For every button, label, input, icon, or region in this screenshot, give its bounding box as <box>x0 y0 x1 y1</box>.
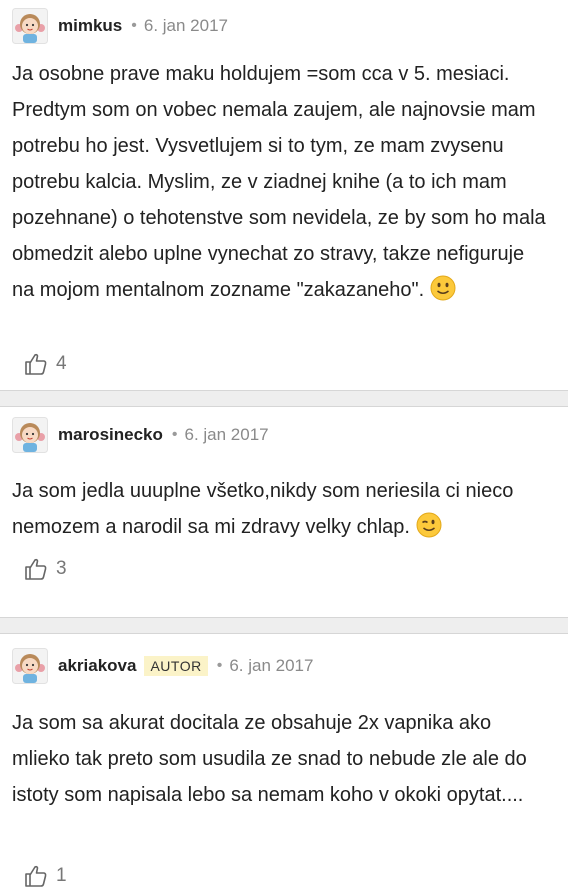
comment-text: Ja osobne prave maku holdujem =som cca v… <box>12 56 550 308</box>
like-count: 3 <box>56 558 67 579</box>
comment-body: Ja osobne prave maku holdujem =som cca v… <box>12 63 546 301</box>
like-count: 4 <box>56 353 67 374</box>
slightly-smiling-face-emoji <box>430 275 456 301</box>
like-button[interactable]: 1 <box>24 864 67 888</box>
comment-header: mimkus • 6. jan 2017 <box>12 6 228 46</box>
comment-header: marosinecko • 6. jan 2017 <box>12 415 269 455</box>
comment-body: Ja som sa akurat docitala ze obsahuje 2x… <box>12 712 527 806</box>
comment-date: 6. jan 2017 <box>229 656 314 675</box>
comment-separator <box>0 390 568 407</box>
meta-separator: • <box>216 657 223 674</box>
author-badge: AUTOR <box>144 656 208 676</box>
girl-avatar-icon[interactable] <box>12 8 48 44</box>
winking-face-emoji <box>416 512 442 538</box>
comment-text: Ja som sa akurat docitala ze obsahuje 2x… <box>12 705 550 813</box>
like-button[interactable]: 4 <box>24 352 67 376</box>
girl-avatar-icon[interactable] <box>12 417 48 453</box>
thumbs-up-icon <box>25 353 47 375</box>
like-count: 1 <box>56 865 67 886</box>
username[interactable]: akriakova <box>58 656 136 676</box>
comment-header: akriakova AUTOR • 6. jan 2017 <box>12 646 313 686</box>
thumbs-up-icon <box>25 865 47 887</box>
meta-separator: • <box>131 17 137 34</box>
comment-card: akriakova AUTOR • 6. jan 2017 Ja som sa … <box>0 634 568 889</box>
comment-text: Ja som jedla uuuplne všetko,nikdy som ne… <box>12 473 550 545</box>
username[interactable]: marosinecko <box>58 425 163 445</box>
thumbs-up-icon <box>25 558 47 580</box>
comment-date: 6. jan 2017 <box>143 16 228 35</box>
comment-card: mimkus • 6. jan 2017 Ja osobne prave mak… <box>0 0 568 390</box>
comment-date: 6. jan 2017 <box>184 425 269 444</box>
comment-card: marosinecko • 6. jan 2017 Ja som jedla u… <box>0 407 568 617</box>
like-button[interactable]: 3 <box>24 557 67 581</box>
username[interactable]: mimkus <box>58 16 122 36</box>
comment-separator <box>0 617 568 634</box>
girl-avatar-icon[interactable] <box>12 648 48 684</box>
meta-separator: • <box>171 426 178 443</box>
